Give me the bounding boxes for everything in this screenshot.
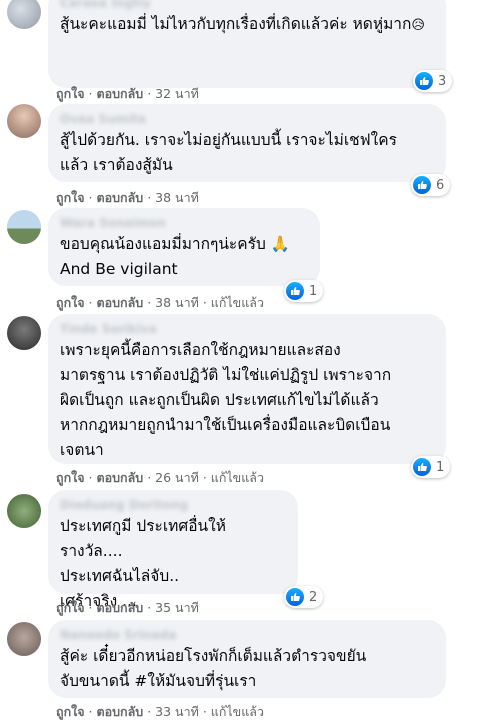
comment-actions: ถูกใจ · ตอบกลับ · 38 นาที · แก้ไขแล้ว (56, 295, 264, 310)
timestamp[interactable]: 32 นาที (155, 86, 199, 101)
comment-bubble: Tinde Sorikiva เพราะยุคนี้คือการเลือกใช้… (48, 314, 446, 464)
timestamp[interactable]: 35 นาที (155, 600, 199, 615)
reaction-count[interactable]: 2 (284, 586, 324, 608)
thumbs-up-icon (286, 282, 304, 300)
like-link[interactable]: ถูกใจ (56, 704, 85, 719)
thumbs-up-icon (415, 72, 433, 90)
thumbs-up-icon (286, 588, 304, 606)
comment-text: ขอบคุณน้องแอมมี่มากๆน่ะครับ 🙏 And Be vig… (60, 235, 291, 278)
comment-actions: ถูกใจ · ตอบกลับ · 33 นาที · แก้ไขแล้ว (56, 704, 264, 719)
reply-link[interactable]: ตอบกลับ (97, 470, 144, 485)
avatar[interactable] (7, 104, 41, 138)
avatar[interactable] (7, 210, 41, 244)
like-link[interactable]: ถูกใจ (56, 295, 85, 310)
avatar[interactable] (7, 316, 41, 350)
reply-link[interactable]: ตอบกลับ (97, 600, 144, 615)
comment-bubble: Caraoa Ingtiy สู้นะคะแอมมี่ ไม่ไหวกับทุก… (48, 0, 446, 88)
reply-link[interactable]: ตอบกลับ (97, 295, 144, 310)
reaction-number: 2 (309, 589, 318, 605)
comment-actions: ถูกใจ · ตอบกลับ · 32 นาที (56, 86, 199, 101)
like-link[interactable]: ถูกใจ (56, 470, 85, 485)
edited-label[interactable]: แก้ไขแล้ว (211, 704, 264, 719)
reaction-count[interactable]: 3 (413, 70, 453, 92)
comment-author[interactable]: Wara Sonaimon (60, 216, 308, 230)
comment-author[interactable]: Nanoodo Srinada (60, 628, 434, 642)
reply-link[interactable]: ตอบกลับ (97, 190, 144, 205)
timestamp[interactable]: 38 นาที (155, 295, 199, 310)
like-link[interactable]: ถูกใจ (56, 86, 85, 101)
reply-link[interactable]: ตอบกลับ (97, 86, 144, 101)
comment-author[interactable]: Caraoa Ingtiy (60, 0, 434, 10)
comment-author[interactable]: Ovaa Sumita (60, 112, 434, 126)
reply-link[interactable]: ตอบกลับ (97, 704, 144, 719)
timestamp[interactable]: 38 นาที (155, 190, 199, 205)
reaction-count[interactable]: 1 (411, 456, 451, 478)
comment-bubble: Diaduang Doritong ประเทศกูมี ประเทศอื่นใ… (48, 490, 298, 610)
comment-bubble: Ovaa Sumita สู้ไปด้วยกัน. เราจะไม่อยู่กั… (48, 104, 446, 182)
avatar[interactable] (7, 0, 41, 29)
like-link[interactable]: ถูกใจ (56, 190, 85, 205)
timestamp[interactable]: 33 นาที (155, 704, 199, 719)
reaction-count[interactable]: 1 (284, 280, 324, 302)
thumbs-up-icon (413, 458, 431, 476)
comment-text: เพราะยุคนี้คือการเลือกใช้กฎหมายและสอง มา… (60, 341, 392, 459)
comment-author[interactable]: Diaduang Doritong (60, 498, 286, 512)
reaction-number: 6 (436, 177, 445, 193)
reaction-number: 1 (309, 283, 318, 299)
comment-actions: ถูกใจ · ตอบกลับ · 38 นาที (56, 190, 199, 205)
thumbs-up-icon (413, 176, 431, 194)
reaction-number: 1 (436, 459, 445, 475)
comment-actions: ถูกใจ · ตอบกลับ · 26 นาที · แก้ไขแล้ว (56, 470, 264, 485)
reaction-number: 3 (438, 73, 447, 89)
reaction-count[interactable]: 6 (411, 174, 451, 196)
comment-author[interactable]: Tinde Sorikiva (60, 322, 434, 336)
comment-text: สู้ไปด้วยกัน. เราจะไม่อยู่กันแบบนี้ เราจ… (60, 131, 397, 174)
comment-bubble: Nanoodo Srinada สู้ค่ะ เดี๋ยวอีกหน่อยโรง… (48, 620, 446, 698)
like-link[interactable]: ถูกใจ (56, 600, 85, 615)
timestamp[interactable]: 26 นาที (155, 470, 199, 485)
edited-label[interactable]: แก้ไขแล้ว (211, 295, 264, 310)
avatar[interactable] (7, 494, 41, 528)
comment-text: สู้ค่ะ เดี๋ยวอีกหน่อยโรงพักก็เต็มแล้วตำร… (60, 647, 367, 690)
comment-bubble: Wara Sonaimon ขอบคุณน้องแอมมี่มากๆน่ะครั… (48, 208, 320, 286)
edited-label[interactable]: แก้ไขแล้ว (211, 470, 264, 485)
avatar[interactable] (7, 622, 41, 656)
sad-emoji: 😥 (411, 18, 425, 33)
comment-actions: ถูกใจ · ตอบกลับ · 35 นาที (56, 600, 199, 615)
comment-text: สู้นะคะแอมมี่ ไม่ไหวกับทุกเรื่องที่เกิดแ… (60, 15, 425, 33)
